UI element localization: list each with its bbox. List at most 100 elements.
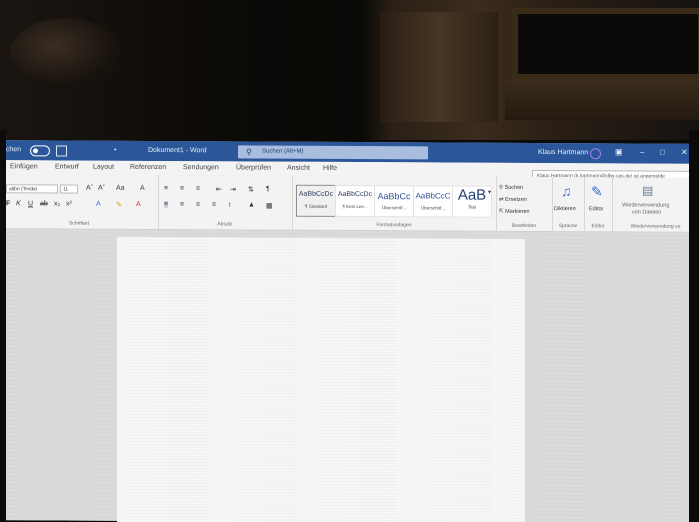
change-case-icon[interactable]: Aa (116, 185, 125, 192)
document-title: Dokument1 - Word (148, 146, 207, 155)
monitor-bezel-right (689, 130, 699, 522)
style-sample: AaB (457, 186, 487, 204)
style-title[interactable]: AaB Titel (452, 185, 492, 218)
editing-group-label: Bearbeiten (511, 222, 537, 229)
voice-group[interactable]: ♫ Diktieren Sprache (552, 177, 585, 232)
clear-format-icon[interactable]: A (140, 185, 145, 192)
style-sample: AaBbCcDc (298, 190, 334, 198)
tab-layout[interactable]: Layout (93, 164, 114, 171)
search-icon: ⚲ (246, 147, 252, 157)
autosave-toggle[interactable] (30, 145, 50, 157)
picture-frame (512, 8, 699, 80)
maximize-icon[interactable]: □ (660, 148, 665, 157)
select-button[interactable]: ⇱ Markieren (499, 209, 530, 215)
reuse-group-label: Wiederverwendung vo (630, 223, 681, 230)
photo-scene: uchen • Dokument1 - Word ⚲ Suchen (Alt+M… (0, 0, 699, 522)
user-name[interactable]: Klaus Hartmann (538, 149, 588, 156)
voice-group-label: Sprache (558, 223, 578, 230)
font-color-icon[interactable]: A (136, 201, 141, 208)
close-icon[interactable]: ✕ (681, 148, 688, 157)
paragraph-group-label: Absatz (217, 221, 233, 228)
ribbon-display-icon[interactable]: ▣ (615, 147, 623, 156)
search-input[interactable]: ⚲ Suchen (Alt+M) (238, 145, 428, 160)
bullet-list-icon[interactable]: ≡ (164, 185, 168, 192)
microphone-icon: ♫ (561, 183, 572, 200)
tab-mailings[interactable]: Sendungen (183, 164, 219, 171)
tab-references[interactable]: Referenzen (130, 164, 166, 171)
editing-group: ⚲ Suchen ⇄ Ersetzen ⇱ Markieren Bearbeit… (496, 176, 553, 232)
lamp-shape (10, 18, 120, 88)
styles-group: AaBbCcDc ¶ Standard AaBbCcDc ¶ Kein Lee.… (292, 175, 497, 231)
highlight-icon[interactable]: ✎ (116, 201, 122, 209)
editor-icon: ✎ (591, 183, 603, 200)
line-spacing-icon[interactable]: ↕ (228, 201, 232, 208)
style-standard[interactable]: AaBbCcDc ¶ Standard (296, 184, 336, 217)
style-name: Titel (467, 204, 477, 210)
tab-help[interactable]: Hilfe (323, 165, 337, 172)
align-center-icon[interactable]: ≡ (180, 201, 184, 208)
monitor-screen: uchen • Dokument1 - Word ⚲ Suchen (Alt+M… (0, 140, 699, 522)
underline-icon[interactable]: U (28, 200, 33, 207)
quick-access-dot: • (114, 146, 117, 154)
strikethrough-icon[interactable]: ab (40, 200, 48, 207)
superscript-icon[interactable]: x² (66, 201, 72, 208)
font-group-label: Schriftart (68, 220, 89, 227)
bold-icon[interactable]: F (6, 200, 10, 207)
style-sample: AaBbCcDc (337, 190, 373, 199)
style-name: ¶ Standard (305, 203, 327, 209)
find-button[interactable]: ⚲ Suchen (499, 185, 523, 191)
tab-insert[interactable]: Einfügen (10, 163, 38, 170)
font-name-field[interactable]: alibri (Textkö (6, 184, 58, 194)
search-placeholder: Suchen (Alt+M) (262, 148, 304, 155)
tab-review[interactable]: Überprüfen (236, 164, 271, 171)
tab-view[interactable]: Ansicht (287, 165, 310, 172)
style-name: Überschrif... (381, 205, 407, 211)
reuse-group[interactable]: ▤ Wiederverwendung von Dateien Wiederver… (612, 177, 699, 231)
increase-indent-icon[interactable]: ⇥ (230, 185, 236, 193)
style-name: Überschrif... (420, 205, 446, 211)
styles-group-label: Formatvorlagen (376, 222, 412, 229)
document-page[interactable] (117, 236, 525, 522)
style-heading-2[interactable]: AaBbCcC Überschrif... (413, 185, 453, 218)
style-name: ¶ Kein Lee... (342, 203, 368, 210)
font-group: alibri (Textkö 11 Aˆ Aˇ Aa A F K U ab x₂… (0, 174, 159, 230)
multilevel-list-icon[interactable]: ≡ (196, 185, 200, 192)
paragraph-group: ≡ ≡ ≡ ⇤ ⇥ ⇅ ¶ ≡ ≡ ≡ ≡ ↕ ▲ ▦ Absatz (158, 174, 293, 230)
shelf (505, 80, 699, 120)
style-sample: AaBbCc (377, 191, 411, 202)
align-left-icon[interactable]: ≡ (164, 201, 169, 209)
styles-more-icon[interactable]: ▾ (488, 189, 491, 196)
find-label: Suchen (504, 184, 524, 191)
document-area (0, 229, 699, 522)
editor-group-label: Editor (591, 223, 605, 230)
font-size-field[interactable]: 11 (60, 184, 78, 194)
replace-button[interactable]: ⇄ Ersetzen (499, 197, 527, 203)
save-icon[interactable] (56, 145, 67, 157)
borders-icon[interactable]: ▦ (266, 202, 273, 210)
decrease-indent-icon[interactable]: ⇤ (216, 185, 222, 193)
select-label: Markieren (505, 208, 530, 215)
shrink-font-icon[interactable]: Aˇ (98, 185, 105, 192)
minimize-icon[interactable]: – (640, 148, 644, 157)
shading-icon[interactable]: ▲ (248, 201, 255, 208)
style-heading-1[interactable]: AaBbCc Überschrif... (374, 185, 414, 218)
align-right-icon[interactable]: ≡ (196, 201, 200, 208)
tab-design[interactable]: Entwurf (55, 163, 79, 170)
text-effects-icon[interactable]: A (96, 201, 101, 208)
wooden-furniture (380, 12, 498, 122)
subscript-icon[interactable]: x₂ (54, 200, 60, 207)
reuse-label-1: Wiederverwendung (622, 202, 670, 209)
justify-icon[interactable]: ≡ (212, 201, 216, 208)
sort-icon[interactable]: ⇅ (248, 185, 254, 193)
grow-font-icon[interactable]: Aˆ (86, 185, 93, 192)
avatar[interactable] (590, 148, 601, 160)
italic-icon[interactable]: K (16, 200, 21, 207)
ribbon: alibri (Textkö 11 Aˆ Aˇ Aa A F K U ab x₂… (0, 174, 699, 233)
editor-label: Editor (589, 206, 604, 213)
numbered-list-icon[interactable]: ≡ (180, 185, 184, 192)
pilcrow-icon[interactable]: ¶ (266, 186, 270, 193)
replace-label: Ersetzen (505, 196, 527, 203)
editor-group[interactable]: ✎ Editor Editor (584, 177, 613, 232)
style-no-spacing[interactable]: AaBbCcDc ¶ Kein Lee... (335, 184, 375, 218)
style-sample: AaBbCcC (415, 191, 451, 201)
